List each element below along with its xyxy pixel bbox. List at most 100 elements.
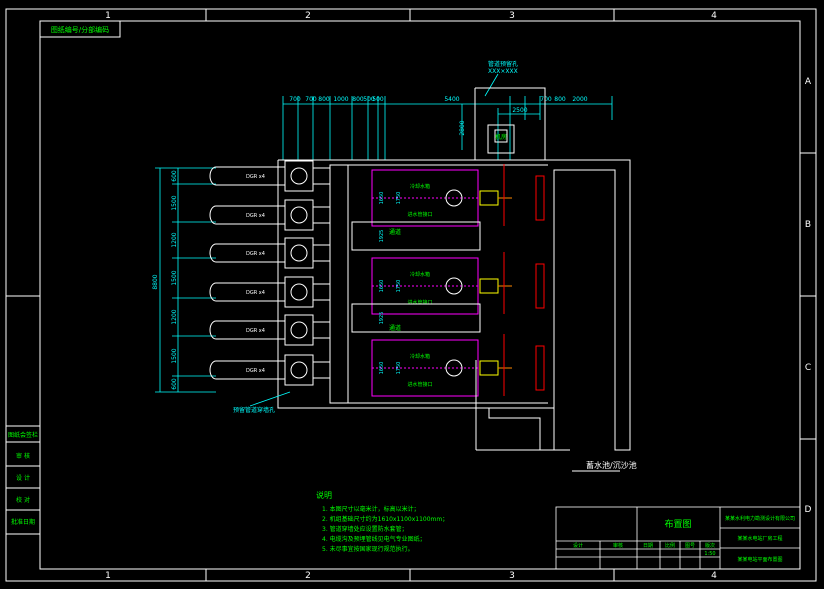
- column-label: 2: [305, 571, 311, 581]
- left-panel-text: 批准日期: [11, 518, 35, 526]
- pipe-ring: [290, 321, 308, 339]
- dimension-label: 2800: [459, 120, 466, 135]
- left-panel-text: 设 计: [16, 474, 30, 482]
- column-label: 1: [105, 571, 111, 581]
- dimension-label: 1500: [171, 348, 178, 363]
- pipe-block: [284, 237, 314, 269]
- title-small-label: 比例: [665, 542, 675, 549]
- dimension-label: 1925: [379, 312, 385, 325]
- notes-title: 说明: [316, 490, 332, 500]
- pipe-block: [284, 199, 314, 231]
- pipe-flange: [312, 167, 331, 185]
- flow-label: 进水管接口: [407, 211, 432, 218]
- pipe-end: [209, 166, 217, 186]
- title-small-label: 版次: [705, 542, 715, 549]
- title-project: 某某水电站厂房工程: [737, 535, 782, 542]
- dimension-label: 1750: [396, 362, 402, 375]
- top-hole-sub: XXX×XXX: [488, 68, 518, 75]
- dimension-label: 1750: [396, 280, 402, 293]
- pipe-block: [284, 276, 314, 308]
- pipe-flange: [312, 321, 331, 339]
- pipe-label: DGR x4: [246, 251, 265, 257]
- dimension-label: 700: [289, 96, 301, 103]
- title-small-label: 图号: [685, 543, 695, 549]
- dimension-label: 1000: [333, 96, 348, 103]
- pipe-block: [284, 160, 314, 192]
- tank-valve: [479, 360, 499, 376]
- dimension-label: 600: [171, 170, 178, 182]
- dimension-label: 800: [554, 96, 566, 103]
- tank-valve: [479, 278, 499, 294]
- title-company: 某某水利电力勘测设计有限公司: [725, 515, 795, 522]
- pipe-ring: [290, 206, 308, 224]
- pipe-ring: [290, 244, 308, 262]
- pipe-flange: [312, 361, 331, 379]
- pipe-flange: [312, 244, 331, 262]
- dimension-label: 800: [318, 96, 330, 103]
- dimension-label: 1500: [171, 195, 178, 210]
- tank-label: 冷却水箱: [410, 183, 430, 190]
- row-label: C: [805, 363, 811, 373]
- inner-frame: [39, 20, 801, 570]
- left-panel-text: 校 对: [16, 496, 30, 504]
- channel-outline: [351, 303, 481, 333]
- dimension-label: 1200: [171, 232, 178, 247]
- pipe-ring: [290, 167, 308, 185]
- note-item: 4. 电缆沟及预埋管线见电气专业图纸；: [322, 535, 426, 543]
- column-label: 3: [509, 11, 515, 21]
- column-label: 2: [305, 11, 311, 21]
- flow-label: 进水管接口: [407, 381, 432, 388]
- dimension-label: 1650: [379, 362, 385, 375]
- pipe-label: DGR x4: [246, 174, 265, 180]
- pipe-label: DGR x4: [246, 213, 265, 219]
- pipe-label: DGR x4: [246, 328, 265, 334]
- dimension-label: 5400: [444, 96, 459, 103]
- top-hole-label: 管道预留孔: [488, 60, 518, 68]
- dimension-label: 800: [352, 96, 364, 103]
- dimension-label: 600: [171, 378, 178, 390]
- title-small-label: 日期: [643, 543, 653, 549]
- dimension-label: 500: [372, 96, 384, 103]
- title-drawing-name: 布置图: [664, 518, 691, 530]
- note-item: 2. 机组基础尺寸约为1610x1100x1100mm；: [322, 515, 448, 523]
- dimension-label: 8800: [152, 274, 159, 289]
- pipe-ring: [290, 361, 308, 379]
- pipe-ring: [290, 283, 308, 301]
- zone-ticks: [6, 9, 816, 581]
- sink-label: 蓄水池/沉沙池: [586, 460, 637, 470]
- tank-window: [535, 263, 545, 309]
- tank-label: 冷却水箱: [410, 271, 430, 278]
- dimension-label: 700: [305, 96, 317, 103]
- tank-window: [535, 175, 545, 221]
- bottom-callout-leader: [249, 391, 291, 407]
- dimension-label: 700: [540, 96, 552, 103]
- top-leader: [484, 73, 499, 97]
- pipe-label: DGR x4: [246, 368, 265, 374]
- channel-label: 通道: [389, 228, 401, 236]
- note-item: 5. 未尽事宜按国家现行规范执行。: [322, 545, 414, 553]
- title-small-label: 设计: [573, 542, 583, 549]
- column-label: 3: [509, 571, 515, 581]
- note-item: 1. 本图尺寸以毫米计，标高以米计；: [322, 505, 420, 513]
- column-label: 4: [711, 11, 717, 21]
- dimension-label: 1500: [171, 270, 178, 285]
- bottom-callout: 预留管道穿墙孔: [233, 406, 275, 414]
- drawing-code-text: 图纸编号/分部编码: [51, 25, 109, 34]
- row-label: D: [805, 505, 812, 515]
- title-small-label: 审核: [613, 542, 623, 549]
- dimension-label: 2000: [572, 96, 587, 103]
- dimension-label: 1925: [379, 230, 385, 243]
- building-outline: [277, 159, 631, 451]
- column-label: 1: [105, 11, 111, 21]
- tank-valve: [479, 190, 499, 206]
- pipe-end: [209, 243, 217, 263]
- column-label: 4: [711, 571, 717, 581]
- row-label: A: [805, 77, 812, 87]
- tank-label: 冷却水箱: [410, 353, 430, 360]
- dimension-label: 1650: [379, 280, 385, 293]
- outer-frame: [5, 8, 817, 582]
- rooms-group: 冷却水箱进水管接口1650 1750冷却水箱进水管接口1650 1750冷却水箱进水…: [351, 164, 545, 397]
- dimension-label: 1650: [379, 192, 385, 205]
- pipe-flange: [312, 206, 331, 224]
- tank-window: [535, 345, 545, 391]
